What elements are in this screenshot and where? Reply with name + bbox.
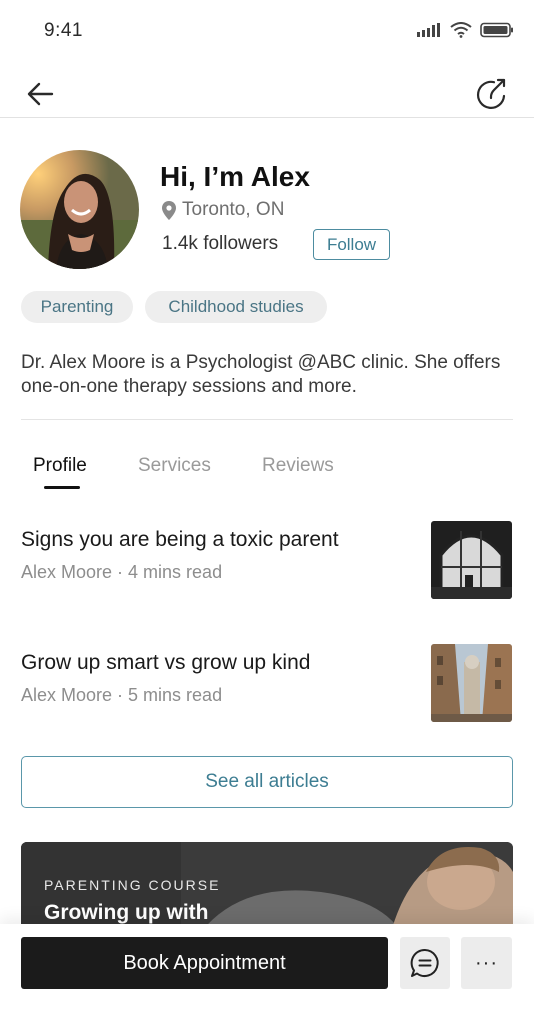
avatar (20, 150, 139, 269)
back-button[interactable] (22, 76, 58, 112)
tag-childhood-studies[interactable]: Childhood studies (145, 291, 327, 323)
article-meta: Alex Moore · 4 mins read (21, 562, 223, 582)
battery-icon (480, 22, 513, 38)
more-options-button[interactable]: ··· (461, 937, 512, 989)
article-title[interactable]: Signs you are being a toxic parent (21, 528, 339, 552)
chat-bubble-icon (410, 948, 439, 977)
signal-icon (417, 23, 440, 37)
active-tab-indicator (44, 486, 80, 489)
profile-bio: Dr. Alex Moore is a Psychologist @ABC cl… (21, 352, 501, 397)
article-thumbnail[interactable] (431, 521, 512, 599)
tab-profile[interactable]: Profile (33, 455, 87, 477)
profile-name: Hi, I’m Alex (160, 161, 310, 192)
status-bar: 9:41 (0, 0, 534, 62)
share-button[interactable] (472, 74, 512, 114)
window-arch-image (431, 521, 512, 599)
nav-bar (0, 62, 534, 118)
chat-button[interactable] (400, 937, 450, 989)
status-icons (416, 22, 514, 38)
see-all-articles-button[interactable]: See all articles (21, 756, 513, 808)
avatar-photo (20, 150, 139, 269)
wifi-icon (450, 22, 472, 38)
share-icon (476, 78, 506, 109)
street-image (431, 644, 512, 722)
article-title[interactable]: Grow up smart vs grow up kind (21, 651, 310, 675)
tab-services[interactable]: Services (138, 455, 211, 477)
book-appointment-button[interactable]: Book Appointment (21, 937, 388, 989)
location-pin-icon (162, 200, 176, 220)
course-title: Growing up with (44, 901, 209, 924)
profile-location: Toronto, ON (162, 199, 284, 221)
arrow-left-icon (27, 82, 54, 106)
article-thumbnail[interactable] (431, 644, 512, 722)
follower-count: 1.4k followers (162, 233, 279, 254)
location-text: Toronto, ON (182, 199, 285, 220)
status-time: 9:41 (44, 20, 83, 41)
tag-parenting[interactable]: Parenting (21, 291, 133, 323)
course-card[interactable]: PARENTING COURSE Growing up with (21, 842, 513, 932)
divider (21, 419, 513, 420)
follow-button[interactable]: Follow (313, 229, 390, 260)
course-kicker: PARENTING COURSE (44, 877, 221, 893)
bottom-action-bar: Book Appointment ··· (0, 924, 534, 1035)
article-meta: Alex Moore · 5 mins read (21, 685, 223, 705)
tab-reviews[interactable]: Reviews (262, 455, 334, 477)
